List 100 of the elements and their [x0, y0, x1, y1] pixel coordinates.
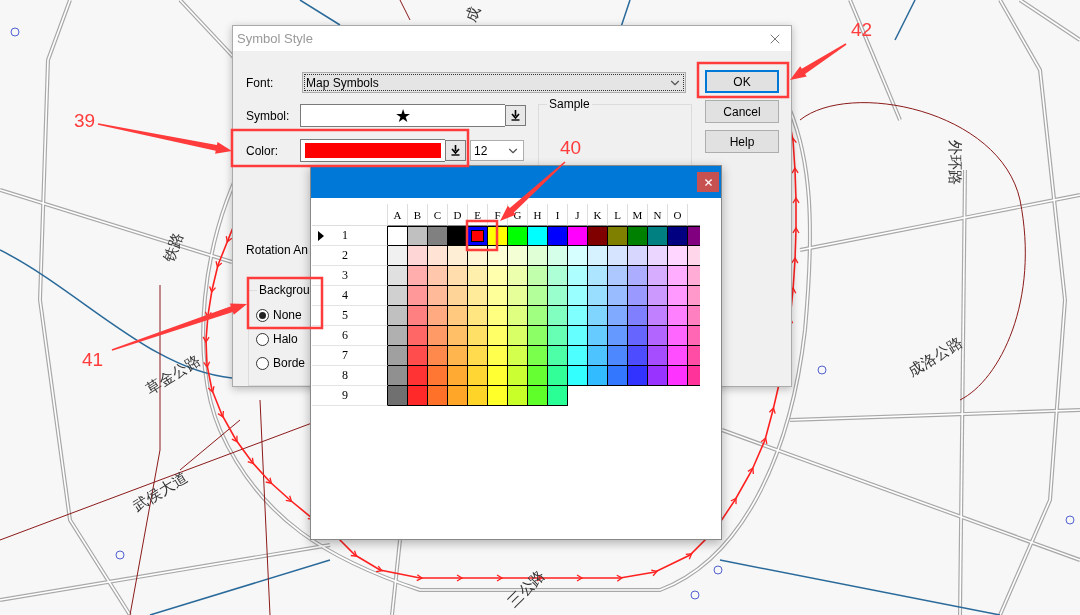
color-swatch[interactable]	[628, 346, 648, 366]
color-swatch[interactable]	[488, 366, 508, 386]
color-swatch[interactable]	[528, 326, 548, 346]
color-swatch[interactable]	[608, 366, 628, 386]
color-swatch[interactable]	[528, 246, 548, 266]
color-swatch[interactable]	[508, 366, 528, 386]
color-swatch[interactable]	[408, 346, 428, 366]
color-swatch[interactable]	[428, 386, 448, 406]
color-swatch[interactable]	[448, 366, 468, 386]
color-swatch[interactable]	[528, 266, 548, 286]
color-swatch[interactable]	[608, 266, 628, 286]
dropdown-button[interactable]	[445, 140, 466, 161]
color-swatch[interactable]	[648, 226, 668, 246]
color-swatch[interactable]	[448, 286, 468, 306]
color-swatch[interactable]	[668, 286, 688, 306]
color-swatch[interactable]	[488, 286, 508, 306]
font-dropdown[interactable]: Map Symbols	[302, 72, 686, 93]
color-swatch[interactable]	[488, 386, 508, 406]
color-swatch[interactable]	[608, 226, 628, 246]
color-swatch[interactable]	[448, 246, 468, 266]
color-swatch[interactable]	[508, 386, 528, 406]
color-swatch[interactable]	[568, 306, 588, 326]
color-swatch[interactable]	[388, 246, 408, 266]
color-swatch[interactable]	[568, 246, 588, 266]
close-button[interactable]	[697, 172, 719, 192]
color-swatch[interactable]	[628, 246, 648, 266]
color-swatch[interactable]	[528, 346, 548, 366]
color-swatch[interactable]	[588, 226, 608, 246]
color-swatch[interactable]	[468, 226, 488, 246]
color-swatch[interactable]	[388, 346, 408, 366]
color-swatch[interactable]	[548, 246, 568, 266]
color-swatch[interactable]	[528, 286, 548, 306]
color-swatch[interactable]	[448, 266, 468, 286]
color-swatch[interactable]	[528, 366, 548, 386]
color-swatch[interactable]	[408, 246, 428, 266]
color-swatch[interactable]	[508, 246, 528, 266]
color-swatch[interactable]	[588, 246, 608, 266]
color-swatch[interactable]	[668, 266, 688, 286]
color-swatch[interactable]	[568, 286, 588, 306]
color-swatch[interactable]	[428, 346, 448, 366]
color-swatch[interactable]	[648, 246, 668, 266]
color-swatch[interactable]	[548, 326, 568, 346]
color-swatch[interactable]	[548, 366, 568, 386]
color-field[interactable]	[300, 139, 445, 162]
size-dropdown[interactable]: 12	[470, 140, 524, 161]
color-swatch[interactable]	[548, 266, 568, 286]
color-swatch[interactable]	[448, 306, 468, 326]
color-swatch[interactable]	[468, 386, 488, 406]
radio-option[interactable]: Halo	[256, 332, 298, 346]
color-swatch[interactable]	[548, 386, 568, 406]
color-swatch[interactable]	[488, 346, 508, 366]
color-swatch[interactable]	[508, 346, 528, 366]
color-swatch[interactable]	[588, 286, 608, 306]
color-swatch[interactable]	[468, 366, 488, 386]
color-swatch[interactable]	[508, 286, 528, 306]
color-swatch[interactable]	[388, 226, 408, 246]
color-swatch[interactable]	[488, 246, 508, 266]
color-swatch[interactable]	[628, 326, 648, 346]
symbol-field[interactable]: ★	[300, 104, 505, 127]
color-swatch[interactable]	[668, 346, 688, 366]
color-swatch[interactable]	[648, 346, 668, 366]
color-swatch[interactable]	[408, 386, 428, 406]
color-swatch[interactable]	[428, 306, 448, 326]
color-swatch[interactable]	[628, 306, 648, 326]
color-swatch[interactable]	[408, 306, 428, 326]
color-swatch[interactable]	[668, 326, 688, 346]
color-swatch[interactable]	[528, 386, 548, 406]
color-swatch[interactable]	[428, 286, 448, 306]
color-swatch[interactable]	[408, 326, 428, 346]
color-swatch[interactable]	[488, 266, 508, 286]
color-swatch[interactable]	[548, 346, 568, 366]
color-swatch[interactable]	[488, 226, 508, 246]
color-swatch[interactable]	[528, 226, 548, 246]
color-swatch[interactable]	[608, 306, 628, 326]
color-swatch[interactable]	[428, 366, 448, 386]
color-swatch[interactable]	[648, 266, 668, 286]
color-swatch[interactable]	[468, 266, 488, 286]
dropdown-button[interactable]	[505, 105, 526, 126]
color-swatch[interactable]	[488, 326, 508, 346]
color-swatch[interactable]	[448, 386, 468, 406]
color-swatch[interactable]	[648, 306, 668, 326]
color-swatch[interactable]	[428, 226, 448, 246]
color-swatch[interactable]	[388, 286, 408, 306]
dialog-button[interactable]: Cancel	[705, 100, 779, 123]
color-swatch[interactable]	[448, 326, 468, 346]
color-swatch[interactable]	[428, 246, 448, 266]
radio-option[interactable]: None	[256, 308, 302, 322]
color-swatch[interactable]	[648, 326, 668, 346]
color-swatch[interactable]	[468, 346, 488, 366]
color-swatch[interactable]	[608, 326, 628, 346]
color-swatch[interactable]	[408, 266, 428, 286]
color-swatch[interactable]	[668, 366, 688, 386]
color-swatch[interactable]	[388, 366, 408, 386]
radio-option[interactable]: Borde	[256, 356, 306, 370]
color-swatch[interactable]	[508, 266, 528, 286]
color-swatch[interactable]	[588, 326, 608, 346]
color-swatch[interactable]	[588, 266, 608, 286]
color-swatch[interactable]	[568, 366, 588, 386]
color-swatch[interactable]	[628, 286, 648, 306]
color-swatch[interactable]	[468, 306, 488, 326]
